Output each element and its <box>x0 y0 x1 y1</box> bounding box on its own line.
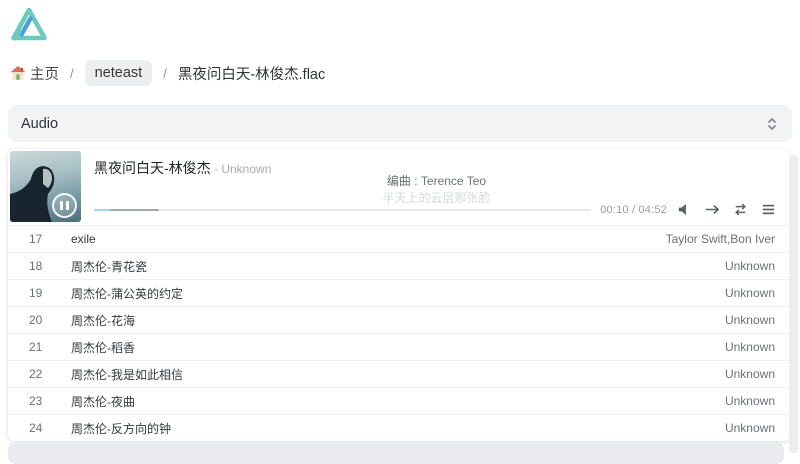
preview-type-select[interactable]: Audio <box>8 105 792 142</box>
preview-type-value: Audio <box>21 115 59 132</box>
playlist-item[interactable]: 24 周杰伦-反方向的钟 Unknown <box>8 414 790 441</box>
progress-bar[interactable] <box>94 208 592 211</box>
breadcrumb-separator: / <box>163 65 167 81</box>
playlist-item-title: 周杰伦-花海 <box>71 313 135 328</box>
breadcrumb-home[interactable]: 主页 <box>10 63 59 84</box>
volume-icon[interactable] <box>676 201 693 218</box>
playlist-item-index: 23 <box>29 394 43 408</box>
playlist-item-artist: Unknown <box>724 286 775 300</box>
play-order-icon[interactable] <box>704 201 721 218</box>
lyric-current-line: 编曲 : Terence Teo <box>386 174 487 188</box>
playlist-item[interactable]: 17 exile Taylor Swift,Bon Iver <box>8 225 790 252</box>
playlist-item[interactable]: 19 周杰伦-蒲公英的约定 Unknown <box>8 279 790 306</box>
playlist-item-title: 周杰伦-我是如此相信 <box>71 367 183 382</box>
playlist-item[interactable]: 23 周杰伦-夜曲 Unknown <box>8 387 790 414</box>
playlist-item[interactable]: 21 周杰伦-稻香 Unknown <box>8 333 790 360</box>
playlist-item-index: 22 <box>29 367 43 381</box>
playlist-item-index: 24 <box>29 421 43 435</box>
playlist-item-index: 18 <box>29 259 43 273</box>
playlist-menu-icon[interactable] <box>760 201 777 218</box>
playlist-item-title: 周杰伦-反方向的钟 <box>71 421 171 436</box>
album-art[interactable] <box>10 151 81 222</box>
chevron-updown-icon <box>768 117 776 130</box>
playlist-item-title: 周杰伦-蒲公英的约定 <box>71 286 183 301</box>
alist-logo[interactable] <box>9 5 49 43</box>
breadcrumb-home-label: 主页 <box>30 66 59 83</box>
pause-button[interactable] <box>52 193 77 218</box>
progress-played <box>94 208 111 211</box>
breadcrumb-file: 黑夜问白天-林俊杰.flac <box>177 66 326 83</box>
playlist-item-artist: Taylor Swift,Bon Iver <box>665 232 775 246</box>
playlist-item[interactable]: 18 周杰伦-青花瓷 Unknown <box>8 252 790 279</box>
loop-icon[interactable] <box>732 201 749 218</box>
playlist-item[interactable]: 20 周杰伦-花海 Unknown <box>8 306 790 333</box>
footer-bar-partial <box>8 442 784 464</box>
player-controls: 00:10 / 04:52 <box>94 201 777 218</box>
playlist-item-title: 周杰伦-夜曲 <box>71 394 135 409</box>
playlist-item-artist: Unknown <box>724 394 775 408</box>
playlist-item-artist: Unknown <box>724 367 775 381</box>
playlist-item-index: 19 <box>29 286 43 300</box>
breadcrumb-separator: / <box>70 65 74 81</box>
breadcrumb: 主页 / neteast / 黑夜问白天-林俊杰.flac <box>10 60 800 86</box>
playlist: 17 exile Taylor Swift,Bon Iver 18 周杰伦-青花瓷 Unk… <box>8 225 790 441</box>
playlist-item-index: 21 <box>29 340 43 354</box>
home-icon <box>10 66 26 80</box>
playlist-item[interactable]: 22 周杰伦-我是如此相信 Unknown <box>8 360 790 387</box>
playlist-item-artist: Unknown <box>724 259 775 273</box>
audio-player: 黑夜问白天-林俊杰 - Unknown 编曲 : Terence Teo 半天上… <box>8 149 790 441</box>
page-scrollbar[interactable] <box>789 155 798 453</box>
player-info: 黑夜问白天-林俊杰 - Unknown 编曲 : Terence Teo 半天上… <box>83 149 790 225</box>
playlist-item-index: 17 <box>29 232 43 246</box>
playlist-item-title: 周杰伦-青花瓷 <box>71 259 147 274</box>
control-icons <box>676 201 777 218</box>
playlist-item-artist: Unknown <box>724 313 775 327</box>
player-top: 黑夜问白天-林俊杰 - Unknown 编曲 : Terence Teo 半天上… <box>8 149 790 225</box>
playlist-item-title: 周杰伦-稻香 <box>71 340 135 355</box>
time-display: 00:10 / 04:52 <box>600 203 667 216</box>
playlist-item-artist: Unknown <box>724 340 775 354</box>
playlist-item-title: exile <box>71 232 96 246</box>
breadcrumb-folder[interactable]: neteast <box>84 60 153 86</box>
playlist-item-index: 20 <box>29 313 43 327</box>
playlist-item-artist: Unknown <box>724 421 775 435</box>
